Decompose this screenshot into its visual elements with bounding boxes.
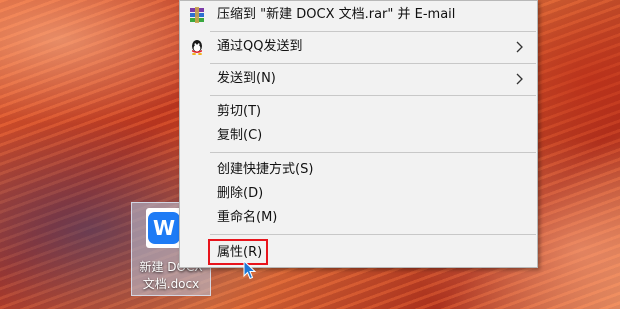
- chevron-right-icon: [516, 73, 523, 85]
- menu-item-delete[interactable]: 删除(D): [180, 182, 537, 206]
- menu-separator: [210, 31, 536, 32]
- qq-penguin-icon: [192, 40, 202, 55]
- wps-writer-icon: W: [148, 212, 180, 244]
- mouse-cursor-icon: [243, 260, 257, 280]
- menu-separator: [210, 152, 536, 153]
- menu-item-label: 复制(C): [217, 128, 263, 143]
- menu-item-rename[interactable]: 重命名(M): [180, 206, 537, 230]
- menu-separator: [210, 95, 536, 96]
- file-name-line2: 文档.docx: [142, 277, 200, 291]
- menu-item-label: 重命名(M): [217, 210, 278, 225]
- menu-item-send-to[interactable]: 发送到(N): [180, 67, 537, 91]
- menu-item-label: 删除(D): [217, 186, 264, 201]
- menu-item-label: 压缩到 "新建 DOCX 文档.rar" 并 E-mail: [217, 7, 456, 22]
- winrar-books-icon: [190, 7, 204, 23]
- menu-separator: [210, 63, 536, 64]
- menu-item-create-shortcut[interactable]: 创建快捷方式(S): [180, 158, 537, 182]
- menu-item-label: 创建快捷方式(S): [217, 162, 314, 177]
- menu-item-label: 通过QQ发送到: [217, 39, 303, 54]
- menu-separator: [210, 234, 536, 235]
- menu-item-label: 剪切(T): [217, 104, 262, 119]
- chevron-right-icon: [516, 41, 523, 53]
- menu-item-send-via-qq[interactable]: 通过QQ发送到: [180, 35, 537, 59]
- context-menu: 压缩到 "新建 DOCX 文档.rar" 并 E-mail 通过QQ发送到 发送…: [179, 0, 538, 268]
- menu-item-copy[interactable]: 复制(C): [180, 124, 537, 148]
- menu-item-cut[interactable]: 剪切(T): [180, 100, 537, 124]
- menu-item-compress-email[interactable]: 压缩到 "新建 DOCX 文档.rar" 并 E-mail: [180, 3, 537, 27]
- highlight-annotation-box: [208, 239, 268, 265]
- wps-letter: W: [152, 216, 176, 240]
- menu-item-label: 发送到(N): [217, 71, 276, 86]
